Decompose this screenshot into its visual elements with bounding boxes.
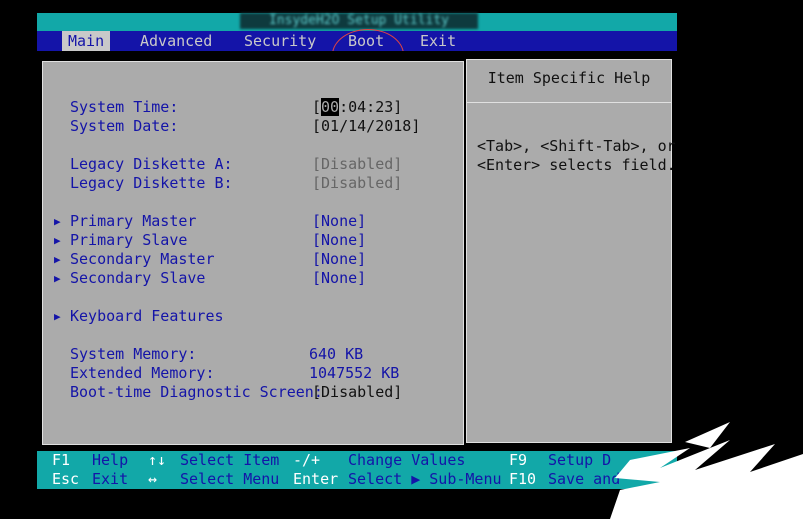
extended-memory-value: 1047552 KB xyxy=(309,364,400,382)
submenu-arrow-icon: ▶ xyxy=(54,215,61,228)
system-time-label: System Time: xyxy=(70,98,179,116)
help-panel: Item Specific Help <Tab>, <Shift-Tab>, o… xyxy=(466,59,676,443)
secondary-master-value[interactable]: [None] xyxy=(312,250,366,269)
help-title: Item Specific Help xyxy=(487,69,651,87)
submenu-arrow-icon: ▶ xyxy=(54,234,61,247)
help-divider xyxy=(466,102,672,103)
key-minusplus: -/+ xyxy=(293,451,321,469)
secondary-master-row[interactable]: ▶ Secondary Master [None] xyxy=(42,250,464,269)
menu-security[interactable]: Security xyxy=(238,31,322,51)
keyboard-features-row[interactable]: ▶ Keyboard Features xyxy=(42,307,464,326)
secondary-master-label: Secondary Master xyxy=(70,250,215,268)
system-memory-label: System Memory: xyxy=(70,345,197,363)
menu-advanced[interactable]: Advanced xyxy=(134,31,218,51)
primary-slave-value[interactable]: [None] xyxy=(312,231,366,250)
secondary-slave-value[interactable]: [None] xyxy=(312,269,366,288)
primary-slave-row[interactable]: ▶ Primary Slave [None] xyxy=(42,231,464,250)
key-minusplus-desc: Change Values xyxy=(348,451,466,469)
keyboard-features-label[interactable]: Keyboard Features xyxy=(70,307,224,326)
key-f1: F1 xyxy=(52,451,71,469)
key-updown-desc: Select Item xyxy=(180,451,280,469)
menu-main[interactable]: Main xyxy=(62,31,111,51)
key-esc: Esc xyxy=(52,470,80,488)
key-f9: F9 xyxy=(509,451,528,469)
system-time-cursor[interactable]: 00 xyxy=(321,98,340,116)
key-enter: Enter xyxy=(293,470,339,488)
settings-area: System Time: [00:04:23] System Date: [01… xyxy=(40,59,466,447)
submenu-arrow-icon: ▶ xyxy=(54,310,61,323)
legacy-diskette-a-value[interactable]: [Disabled] xyxy=(312,155,402,174)
system-memory-value: 640 KB xyxy=(309,345,364,363)
legacy-diskette-a-label: Legacy Diskette A: xyxy=(70,155,233,173)
submenu-arrow-icon: ▶ xyxy=(54,253,61,266)
help-line: <Tab>, <Shift-Tab>, or xyxy=(477,137,676,155)
system-time-value[interactable]: [00:04:23] xyxy=(312,98,402,117)
primary-master-value[interactable]: [None] xyxy=(312,212,366,231)
secondary-slave-row[interactable]: ▶ Secondary Slave [None] xyxy=(42,269,464,288)
primary-master-row[interactable]: ▶ Primary Master [None] xyxy=(42,212,464,231)
extended-memory-label: Extended Memory: xyxy=(70,364,215,382)
system-date-value[interactable]: [01/14/2018] xyxy=(312,117,420,136)
footer-key-bar: F1 Help Esc Exit ↑↓ Select Item ↔ Select… xyxy=(37,451,677,489)
legacy-diskette-b-label: Legacy Diskette B: xyxy=(70,174,233,192)
extended-memory-row: Extended Memory: 1047552 KB xyxy=(42,364,464,383)
submenu-arrow-icon: ▶ xyxy=(54,272,61,285)
menu-bar: Main Advanced Security Boot Exit xyxy=(37,29,677,81)
key-leftright-desc: Select Menu xyxy=(180,470,280,488)
boot-diagnostic-label: Boot-time Diagnostic Screen: xyxy=(70,383,323,401)
primary-slave-label: Primary Slave xyxy=(70,231,188,249)
system-time-rest: :04:23] xyxy=(339,98,403,116)
key-updown: ↑↓ xyxy=(148,451,167,469)
content-panel: System Time: [00:04:23] System Date: [01… xyxy=(37,51,677,451)
key-esc-desc: Exit xyxy=(92,470,129,488)
bios-setup-window: InsydeH2O Setup Utility Main Advanced Se… xyxy=(37,13,677,489)
system-date-label: System Date: xyxy=(70,117,179,135)
boot-diagnostic-row[interactable]: Boot-time Diagnostic Screen: [Disabled] xyxy=(42,383,464,402)
legacy-diskette-b-row[interactable]: Legacy Diskette B: [Disabled] xyxy=(42,174,464,193)
legacy-diskette-b-value[interactable]: [Disabled] xyxy=(312,174,402,193)
key-f10: F10 xyxy=(509,470,537,488)
title-bar: InsydeH2O Setup Utility xyxy=(37,13,677,31)
legacy-diskette-a-row[interactable]: Legacy Diskette A: [Disabled] xyxy=(42,155,464,174)
help-line: <Enter> selects field. xyxy=(477,156,676,174)
system-memory-row: System Memory: 640 KB xyxy=(42,345,464,364)
secondary-slave-label: Secondary Slave xyxy=(70,269,206,287)
system-time-row[interactable]: System Time: [00:04:23] xyxy=(42,98,464,117)
redaction-scribble xyxy=(610,422,803,519)
boot-diagnostic-value[interactable]: [Disabled] xyxy=(312,383,402,402)
key-leftright: ↔ xyxy=(148,470,158,488)
menu-exit[interactable]: Exit xyxy=(414,31,462,51)
key-enter-desc: Select ▶ Sub-Menu xyxy=(348,470,502,488)
system-date-row[interactable]: System Date: [01/14/2018] xyxy=(42,117,464,136)
key-f1-desc: Help xyxy=(92,451,129,469)
primary-master-label: Primary Master xyxy=(70,212,197,230)
title-text: InsydeH2O Setup Utility xyxy=(240,13,478,29)
